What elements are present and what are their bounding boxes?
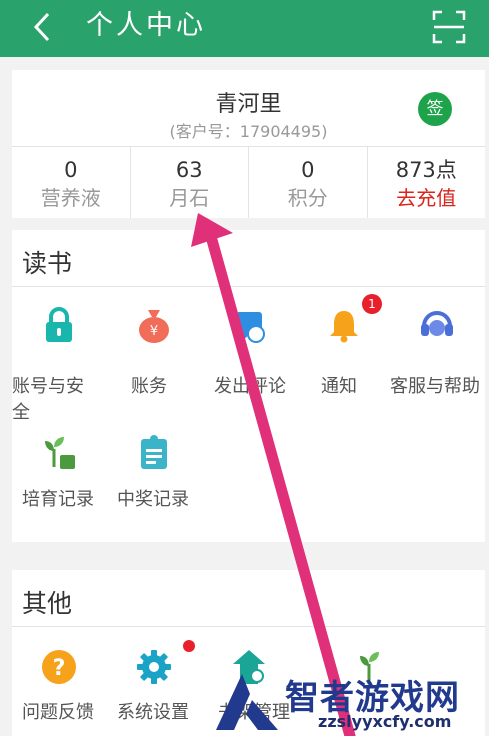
grid-label: 问题反馈: [22, 702, 94, 723]
notification-badge: 1: [362, 294, 382, 314]
stat-balance[interactable]: 873点 去充值: [368, 147, 486, 218]
grid-label: 培育记录: [22, 489, 94, 510]
grid-item-notifications[interactable]: 1 通知: [297, 294, 391, 412]
chevron-left-icon: [33, 12, 50, 42]
lock-icon: [46, 307, 72, 342]
stat-nutrient[interactable]: 0 营养液: [12, 147, 131, 218]
clipboard-icon: [141, 435, 167, 469]
section-title: 读书: [22, 249, 73, 278]
divider: [12, 286, 485, 287]
stats-row: 0 营养液 63 月石 0 积分 873点 去充值: [12, 146, 485, 218]
settings-badge: [183, 640, 195, 652]
grid-item-feedback[interactable]: ? 问题反馈: [12, 640, 106, 736]
svg-text:¥: ¥: [150, 324, 158, 339]
grid-label: 客服与帮助: [390, 376, 480, 397]
stat-value: 63: [175, 158, 203, 182]
stat-label: 营养液: [40, 186, 101, 210]
grid-label: 系统设置: [117, 702, 189, 723]
watermark-logo-icon: [216, 674, 278, 730]
grid-label: 发出评论: [214, 376, 286, 397]
grid-label: 中奖记录: [117, 489, 189, 510]
section-title: 其他: [22, 589, 73, 618]
grid-item-settings[interactable]: 系统设置: [107, 640, 201, 736]
headset-icon: [421, 311, 453, 336]
reading-section: 读书 账号与安全 ¥ 账务 发出评论 1 通知 客服与帮助 培育记录 中奖记录: [12, 230, 485, 542]
watermark-url: zzslyyxcfy.com: [318, 712, 452, 731]
question-icon: ?: [42, 650, 76, 684]
grid-item-billing[interactable]: ¥ 账务: [107, 300, 201, 412]
bell-icon: [330, 311, 358, 343]
stat-moonstone[interactable]: 63 月石: [131, 147, 249, 218]
customer-id: (客户号：17904495): [169, 122, 328, 141]
stat-points[interactable]: 0 积分: [249, 147, 368, 218]
top-bar: 个人中心: [0, 0, 489, 57]
grid-item-cultivation-records[interactable]: 培育记录: [12, 425, 106, 525]
back-button[interactable]: [30, 9, 60, 45]
profile-card: 青河里 (客户号：17904495) 签 0 营养液 63 月石 0 积分 87…: [12, 70, 485, 218]
stat-value: 0: [64, 158, 78, 182]
username: 青河里: [215, 92, 282, 117]
recharge-link[interactable]: 去充值: [368, 183, 486, 213]
stat-label: 积分: [287, 186, 328, 210]
scan-icon: [432, 10, 466, 44]
sprout-icon: [45, 437, 75, 469]
stat-value: 0: [301, 158, 315, 182]
divider: [12, 626, 485, 627]
grid-item-support[interactable]: 客服与帮助: [390, 300, 484, 412]
svg-text:?: ?: [53, 656, 66, 681]
stat-value: 873点: [395, 158, 457, 182]
grid-item-prize-records[interactable]: 中奖记录: [107, 425, 201, 525]
grid-item-comments[interactable]: 发出评论: [202, 300, 296, 412]
grid-label: 账务: [131, 376, 167, 397]
grid-label: 账号与安全: [12, 376, 84, 423]
sign-in-button[interactable]: 签: [418, 92, 452, 126]
grid-label: 通知: [321, 376, 357, 397]
money-bag-icon: ¥: [139, 310, 169, 343]
page-title: 个人中心: [86, 10, 206, 41]
grid-item-account-security[interactable]: 账号与安全: [12, 300, 106, 423]
gear-icon: [137, 650, 171, 684]
scan-button[interactable]: [432, 10, 466, 44]
stat-label: 月石: [169, 186, 210, 210]
comment-icon: [236, 312, 265, 343]
